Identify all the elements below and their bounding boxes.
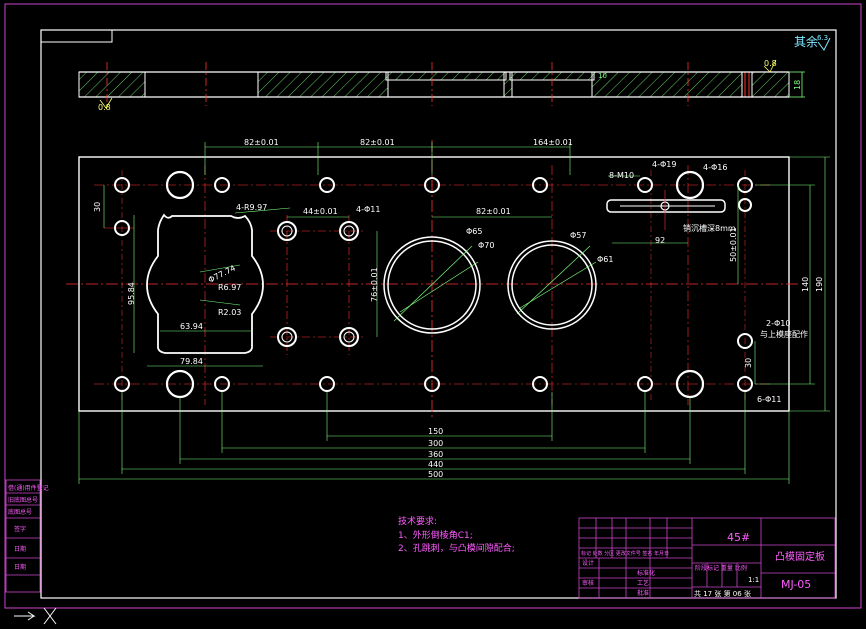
- dim-82-c: 82±0.01: [476, 207, 511, 216]
- dim-phi70: Φ70: [478, 241, 494, 250]
- ucs-axis-icon: [14, 607, 57, 625]
- dim-phi11: 4-Φ11: [356, 205, 380, 214]
- approve-label: 批准: [637, 589, 649, 597]
- drawing-sheet: 其余 6.3 0.8 0.8 18 10 82±0.01 82±0.01 164…: [4, 3, 862, 625]
- dim-r203: R2.03: [218, 308, 241, 317]
- ra-right: 0.8: [764, 59, 777, 68]
- dimension-text: 82±0.01 82±0.01 164±0.01 30 4-R9.97 44±0…: [93, 138, 824, 479]
- dim-phi65: Φ65: [466, 227, 482, 236]
- plan-view: [66, 140, 800, 420]
- strip-label-1: 借(通)用件登记: [8, 484, 49, 492]
- dim-m10: 8-M10: [609, 171, 634, 180]
- roughness-note: 其余: [794, 34, 818, 49]
- review-label: 审核: [582, 579, 594, 587]
- drawing-border: [40, 29, 837, 599]
- sheet-count: 共 17 张 第 06 张: [694, 589, 751, 598]
- dim-7984: 79.84: [180, 357, 203, 366]
- dim-phi11-b: 6-Φ11: [757, 395, 781, 404]
- dim-82-a: 82±0.01: [244, 138, 279, 147]
- dim-r697: R6.97: [218, 283, 241, 292]
- dim-44: 44±0.01: [303, 207, 338, 216]
- dim-30: 30: [93, 202, 102, 212]
- dim-440: 440: [428, 460, 443, 469]
- standard-label: 标准化: [637, 569, 655, 577]
- material: 45#: [727, 531, 750, 544]
- strip-label-5: 日期: [14, 545, 26, 553]
- section-view: [78, 59, 805, 109]
- dim-500: 500: [428, 470, 443, 479]
- dim-phi61: Φ61: [597, 255, 613, 264]
- dim-164: 164±0.01: [533, 138, 573, 147]
- ra-left: 0.8: [98, 103, 111, 112]
- dim-6394: 63.94: [180, 322, 203, 331]
- process-label: 工艺: [637, 579, 649, 587]
- cad-drawing-canvas[interactable]: 其余 6.3 0.8 0.8 18 10 82±0.01 82±0.01 164…: [0, 0, 866, 629]
- dim-140: 140: [801, 277, 810, 292]
- drawing-number: MJ-05: [781, 578, 811, 591]
- dim-50: 50±0.01: [729, 227, 738, 262]
- stage-header: 阶段标记 重量 比例: [695, 564, 747, 572]
- dimension-lines: [78, 142, 830, 484]
- strip-label-2: 旧底图总号: [8, 496, 38, 504]
- tech-req-line-1: 1、外形倒棱角C1;: [398, 529, 473, 541]
- dim-phi10: 2-Φ10: [766, 319, 790, 328]
- dim-small-depth: 10: [598, 72, 607, 80]
- design-label: 设计: [582, 559, 594, 567]
- dim-thickness: 18: [793, 80, 802, 90]
- dim-958: 95.84: [127, 282, 136, 305]
- dim-slot-depth: 销沉槽深8mm: [683, 223, 736, 233]
- strip-label-4: 签字: [14, 525, 26, 533]
- dim-82-b: 82±0.01: [360, 138, 395, 147]
- dim-r997: 4-R9.97: [236, 203, 267, 212]
- tech-req-heading: 技术要求:: [398, 515, 437, 527]
- dim-190: 190: [815, 277, 824, 292]
- dim-92: 92: [655, 236, 665, 245]
- part-name: 凸模固定板: [775, 550, 825, 563]
- dim-phi19: 4-Φ19: [652, 160, 676, 169]
- technical-requirements: 技术要求: 1、外形倒棱角C1; 2、孔跳刺，与凸模间隙配合;: [398, 515, 515, 554]
- dim-360: 360: [428, 450, 443, 459]
- dim-phi7774: Φ77.74: [207, 264, 237, 285]
- tech-req-line-2: 2、孔跳刺，与凸模间隙配合;: [398, 542, 515, 554]
- strip-label-3: 底图总号: [8, 508, 32, 516]
- dim-30-b: 30: [744, 358, 753, 368]
- strip-label-6: 日期: [14, 563, 26, 571]
- dim-phi57: Φ57: [570, 231, 586, 240]
- dim-300: 300: [428, 439, 443, 448]
- revision-header: 标记 处数 分区 更改文件号 签名 年月日: [581, 550, 669, 557]
- scale: 1:1: [748, 576, 759, 584]
- dim-phi10-note: 与上模座配作: [760, 329, 808, 339]
- drawing-code-box: [40, 29, 113, 43]
- dim-phi16: 4-Φ16: [703, 163, 727, 172]
- dim-76: 76±0.01: [370, 267, 379, 302]
- roughness-value: 6.3: [817, 34, 828, 42]
- dim-150: 150: [428, 427, 443, 436]
